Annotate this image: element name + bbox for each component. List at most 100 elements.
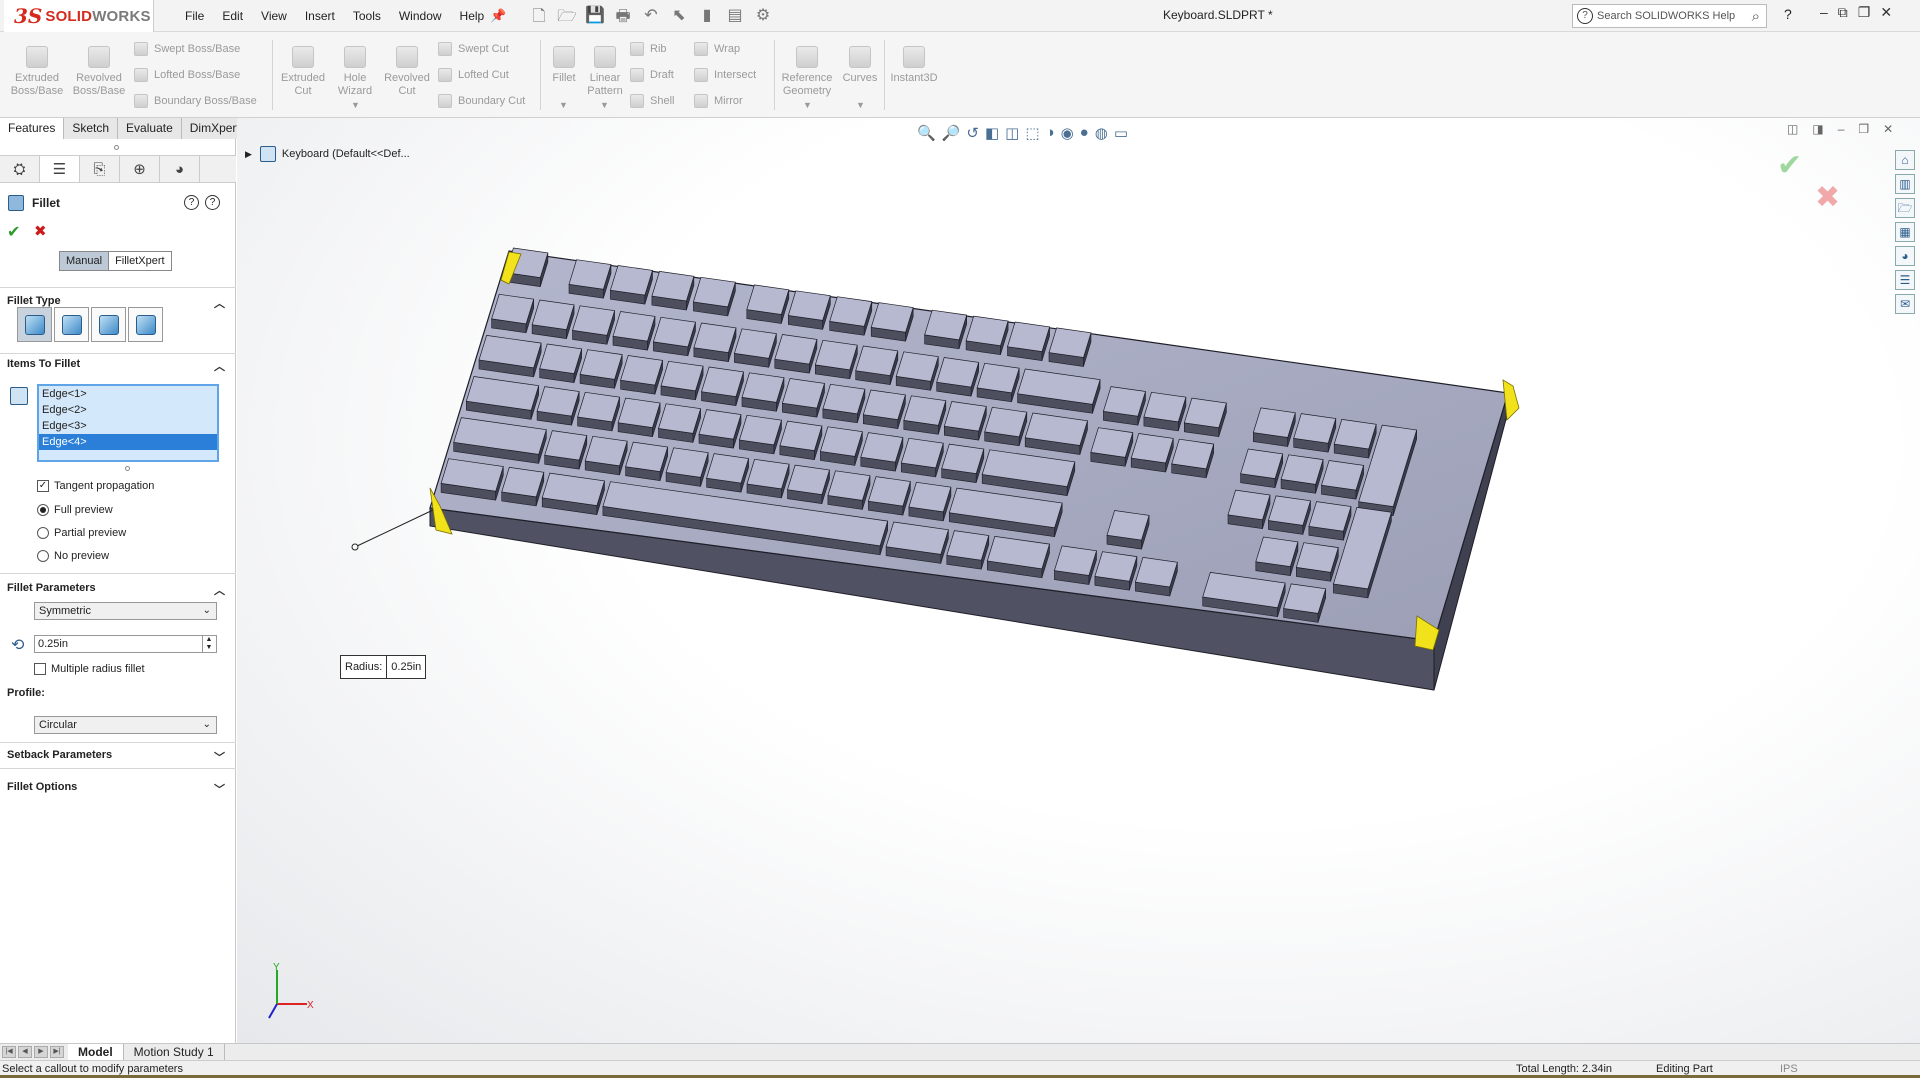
radius-input[interactable]: 0.25in [34, 635, 217, 653]
reference-geometry-dropdown-icon[interactable]: ▼ [803, 100, 812, 110]
key-cap[interactable] [625, 441, 669, 472]
key-cap[interactable] [822, 383, 866, 415]
key-cap[interactable] [862, 389, 906, 420]
key-cap[interactable] [609, 265, 653, 296]
tab-sketch[interactable]: Sketch [64, 118, 119, 139]
collapse-chevron-up-icon[interactable]: ︿ [214, 295, 225, 311]
key-cap[interactable] [814, 339, 858, 371]
viewport-expand-icon[interactable]: ◨ [1812, 122, 1823, 136]
key-cap[interactable] [746, 284, 790, 315]
lofted-boss-button[interactable]: Lofted Boss/Base [134, 68, 240, 82]
key-cap[interactable] [612, 311, 656, 342]
save-icon[interactable]: 💾 [584, 5, 606, 32]
key-cap[interactable] [658, 403, 702, 434]
property-manager-tab-icon[interactable]: ☰ [40, 156, 80, 182]
multiple-radius-checkbox[interactable]: Multiple radius fillet [34, 663, 145, 675]
key-cap[interactable] [965, 315, 1009, 347]
key-cap[interactable] [1090, 427, 1134, 458]
expand-chevron-down-icon[interactable]: ﹀ [214, 749, 225, 765]
key-cap[interactable] [1130, 433, 1174, 464]
list-resize-handle[interactable] [125, 466, 130, 471]
tab-evaluate[interactable]: Evaluate [118, 118, 182, 139]
key-cap[interactable] [568, 259, 612, 290]
mirror-button[interactable]: Mirror [694, 94, 743, 108]
items-to-fillet-section-header[interactable]: Items To Fillet ︿ [7, 358, 229, 374]
search-icon[interactable]: ⌕ [1752, 8, 1760, 25]
key-cap[interactable] [701, 366, 744, 397]
setback-parameters-section-header[interactable]: Setback Parameters ﹀ [7, 749, 229, 765]
display-style-icon[interactable]: ◑ [1046, 124, 1055, 142]
key-cap[interactable] [1183, 397, 1227, 429]
key-cap[interactable] [1106, 510, 1150, 541]
key-cap[interactable] [1143, 391, 1187, 423]
extruded-cut-button[interactable]: Extruded Cut [278, 46, 328, 98]
key-cap[interactable] [787, 464, 830, 495]
appearances-icon[interactable]: ◕ [1895, 246, 1915, 266]
rib-button[interactable]: Rib [630, 42, 667, 56]
hole-wizard-dropdown-icon[interactable]: ▼ [351, 100, 360, 110]
tile-icon[interactable]: ⧉ [1838, 4, 1848, 21]
design-library-icon[interactable]: ▥ [1895, 174, 1915, 194]
unit-system-status[interactable]: IPS [1780, 1063, 1798, 1075]
tangent-propagation-checkbox[interactable]: ✓ Tangent propagation [37, 480, 154, 492]
previous-view-icon[interactable]: ↺ [966, 124, 979, 142]
confirmation-cancel-icon[interactable]: ✖ [1815, 180, 1840, 215]
cancel-x-button[interactable]: ✖ [34, 222, 47, 240]
key-cap[interactable] [855, 345, 899, 376]
revolved-boss-button[interactable]: Revolved Boss/Base [70, 46, 128, 98]
key-cap[interactable] [781, 378, 825, 409]
undo-icon[interactable]: ↶ [640, 5, 662, 32]
graphics-area[interactable]: ▶ Keyboard (Default<<Def... 🔍 🔎 ↺ ◧ ◫ ⬚ … [237, 118, 1920, 1043]
expand-chevron-down-icon[interactable]: ﹀ [214, 781, 225, 797]
no-preview-radio[interactable]: No preview [37, 550, 109, 562]
key-cap[interactable] [936, 357, 980, 388]
hole-wizard-button[interactable]: Hole Wizard [330, 46, 380, 98]
help-icon[interactable]: ? [205, 195, 220, 210]
display-manager-tab-icon[interactable]: ◕ [160, 156, 200, 182]
key-cap[interactable] [746, 458, 790, 490]
lofted-cut-button[interactable]: Lofted Cut [438, 68, 509, 82]
swept-boss-button[interactable]: Swept Boss/Base [134, 42, 240, 56]
zoom-to-fit-icon[interactable]: 🔍 [917, 124, 936, 142]
view-settings-icon[interactable]: ▭ [1114, 124, 1128, 142]
key-cap[interactable] [491, 293, 535, 325]
minimize-icon[interactable]: – [1820, 4, 1828, 21]
key-cap[interactable] [867, 476, 911, 507]
section-view-icon[interactable]: ◧ [985, 124, 999, 142]
intersect-button[interactable]: Intersect [694, 68, 756, 82]
fillet-parameters-section-header[interactable]: Fillet Parameters ︿ [7, 582, 229, 598]
viewport-minimize-icon[interactable]: – [1838, 122, 1845, 136]
forum-icon[interactable]: ✉ [1895, 294, 1915, 314]
radius-spinner[interactable]: ▲ ▼ [202, 636, 215, 652]
zoom-to-area-icon[interactable]: 🔎 [942, 124, 961, 142]
key-cap[interactable] [706, 453, 750, 484]
tab-features[interactable]: Features [0, 118, 65, 139]
key-cap[interactable] [895, 351, 939, 382]
ok-checkmark-button[interactable]: ✔ [7, 222, 20, 242]
edges-selection-list[interactable]: Edge<1> Edge<2> Edge<3> Edge<4> [37, 384, 219, 462]
feature-manager-tab-icon[interactable]: ⛭ [0, 156, 40, 182]
options-gear-icon[interactable]: ⚙ [752, 5, 774, 32]
pin-menu-icon[interactable]: 📌 [490, 8, 506, 24]
prev-tab-icon[interactable]: ◀ [18, 1046, 32, 1058]
key-cap[interactable] [827, 470, 871, 501]
dimxpert-manager-tab-icon[interactable]: ⊕ [120, 156, 160, 182]
file-explorer-icon[interactable]: 🗁 [1895, 198, 1915, 218]
key-cap[interactable] [536, 386, 580, 417]
last-tab-icon[interactable]: ▶| [50, 1046, 64, 1058]
key-cap[interactable] [1007, 321, 1051, 352]
boundary-cut-button[interactable]: Boundary Cut [438, 94, 525, 108]
tab-filletxpert[interactable]: FilletXpert [109, 252, 171, 270]
fillet-dropdown-icon[interactable]: ▼ [559, 100, 568, 110]
key-cap[interactable] [539, 343, 583, 374]
full-round-fillet-button[interactable] [128, 307, 163, 342]
collapse-chevron-up-icon[interactable]: ︿ [214, 358, 225, 374]
tab-manual[interactable]: Manual [60, 252, 110, 270]
view-orientation-icon[interactable]: ⬚ [1025, 124, 1039, 142]
key-cap[interactable] [908, 481, 952, 513]
key-cap[interactable] [544, 430, 588, 461]
key-cap[interactable] [1321, 460, 1365, 491]
key-cap[interactable] [579, 349, 623, 380]
linear-pattern-button[interactable]: Linear Pattern [584, 46, 626, 98]
key-cap[interactable] [819, 426, 863, 457]
